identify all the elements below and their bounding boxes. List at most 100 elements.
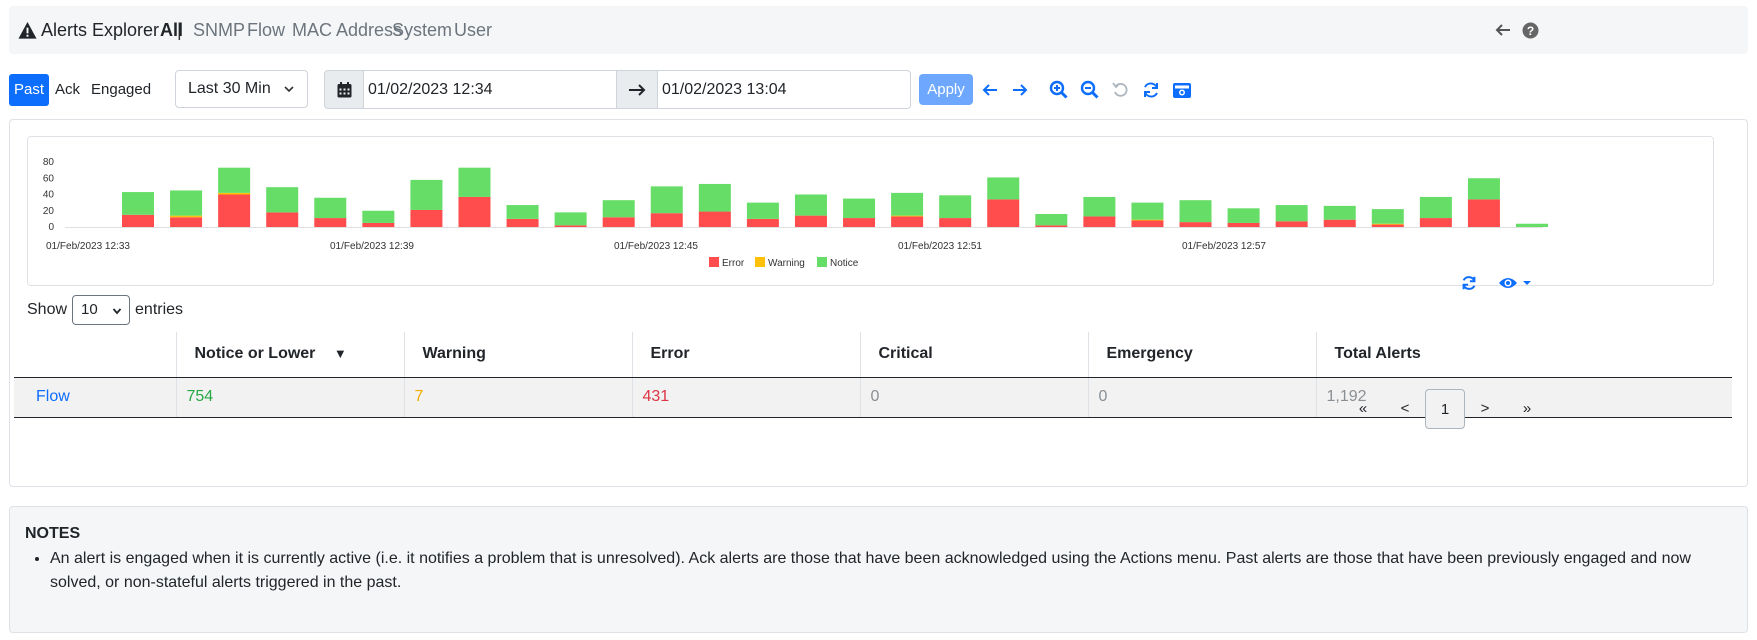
bar-notice xyxy=(1035,214,1068,226)
legend-swatch-warning xyxy=(755,257,765,267)
bar-notice xyxy=(1179,200,1212,223)
arrow-left-icon[interactable] xyxy=(980,80,1000,100)
cell-error: 431 xyxy=(631,377,860,418)
bar-error xyxy=(554,225,587,227)
tab-user[interactable]: User xyxy=(454,20,492,41)
bar-error xyxy=(1035,225,1068,227)
column-visibility-button[interactable] xyxy=(1498,275,1532,291)
zoom-out-icon[interactable] xyxy=(1080,80,1100,100)
tab-all[interactable]: All xyxy=(160,20,183,41)
arrow-left-icon[interactable] xyxy=(1495,22,1511,38)
tab-mac-address[interactable]: MAC Address xyxy=(292,20,402,41)
bar-error xyxy=(1179,222,1212,227)
notes-title: NOTES xyxy=(25,525,81,542)
table-refresh-icon[interactable] xyxy=(1460,274,1478,292)
sort-desc-icon: ▼ xyxy=(333,346,347,362)
alerts-chart: 0 20 40 60 80 01/Feb/2023 12:33 01/Feb/2023 12… xyxy=(27,136,1714,286)
x-tick-label: 01/Feb/2023 12:51 xyxy=(898,241,982,252)
note-item: An alert is engaged when it is currently… xyxy=(50,547,1720,595)
bar-error xyxy=(650,213,683,227)
tab-flow[interactable]: Flow xyxy=(247,20,285,41)
arrow-right-icon[interactable] xyxy=(1010,80,1030,100)
bar-error xyxy=(1083,216,1116,227)
entries-select[interactable]: 10 xyxy=(72,295,131,325)
bar-notice xyxy=(266,187,299,213)
column-header-total[interactable]: Total Alerts xyxy=(1315,332,1732,378)
bar-notice xyxy=(746,202,779,219)
chevron-down-icon xyxy=(112,308,122,315)
table-header-row: Notice or Lower ▼ Warning Error Critical… xyxy=(14,332,1732,378)
tab-system[interactable]: System xyxy=(392,20,452,41)
bar-notice xyxy=(1083,196,1116,217)
zoom-in-icon[interactable] xyxy=(1049,80,1069,100)
bar-error xyxy=(410,209,443,227)
page-last-button[interactable]: » xyxy=(1506,389,1548,429)
bar-notice xyxy=(794,194,827,216)
bar-error xyxy=(794,215,827,227)
bar-error xyxy=(122,214,154,227)
page-current-button[interactable]: 1 xyxy=(1425,389,1465,429)
notes-list: An alert is engaged when it is currently… xyxy=(10,547,1720,595)
column-header-warning[interactable]: Warning xyxy=(403,332,632,378)
bar-warning xyxy=(218,192,251,195)
page-prev-button[interactable]: < xyxy=(1384,389,1426,429)
undo-icon[interactable] xyxy=(1111,80,1131,100)
pagination: « < 1 > » xyxy=(1342,389,1548,429)
entries-label: entries xyxy=(135,301,184,318)
bar-notice xyxy=(650,186,683,214)
bar-notice xyxy=(410,179,443,210)
x-tick-label: 01/Feb/2023 12:33 xyxy=(46,241,130,252)
apply-button[interactable]: Apply xyxy=(919,74,973,105)
page-title: Alerts Explorer xyxy=(18,20,159,41)
camera-icon[interactable] xyxy=(1172,80,1192,100)
warning-triangle-icon xyxy=(18,21,37,39)
bar-error xyxy=(746,218,779,227)
bar-notice xyxy=(1275,205,1308,222)
start-date-input[interactable]: 01/02/2023 12:34 xyxy=(363,70,617,109)
legend-label-error: Error xyxy=(722,258,745,269)
column-header-notice-label: Notice or Lower xyxy=(194,345,316,363)
bar-error xyxy=(987,199,1020,227)
refresh-icon[interactable] xyxy=(1141,80,1161,100)
legend-swatch-notice xyxy=(817,257,827,267)
ack-button[interactable]: Ack xyxy=(47,74,88,106)
show-label: Show xyxy=(27,301,68,318)
tab-snmp[interactable]: SNMP xyxy=(193,20,245,41)
help-icon[interactable]: ? xyxy=(1522,22,1539,39)
bar-error xyxy=(266,212,299,227)
bar-notice xyxy=(218,167,251,193)
row-name-link[interactable]: Flow xyxy=(14,377,176,418)
column-header-critical[interactable]: Critical xyxy=(859,332,1088,378)
bar-notice xyxy=(314,197,347,219)
calendar-icon xyxy=(337,81,351,97)
y-tick-label: 60 xyxy=(43,173,55,184)
engaged-button[interactable]: Engaged xyxy=(83,74,159,106)
bar-notice xyxy=(698,183,731,212)
entries-value: 10 xyxy=(81,301,98,318)
time-range-value: Last 30 Min xyxy=(188,80,271,97)
column-header-notice[interactable]: Notice or Lower ▼ xyxy=(175,332,404,378)
bar-error xyxy=(602,217,635,227)
column-header-name xyxy=(14,332,176,378)
column-header-error[interactable]: Error xyxy=(631,332,860,378)
page-next-button[interactable]: > xyxy=(1464,389,1506,429)
end-date-input[interactable]: 01/02/2023 13:04 xyxy=(657,70,911,109)
x-tick-label: 01/Feb/2023 12:39 xyxy=(330,241,414,252)
range-arrow xyxy=(617,70,657,109)
past-button[interactable]: Past xyxy=(9,74,49,106)
bar-warning xyxy=(1131,219,1164,221)
bar-error xyxy=(506,218,539,227)
bar-warning xyxy=(170,215,203,218)
column-header-emergency[interactable]: Emergency xyxy=(1087,332,1316,378)
bar-notice xyxy=(362,210,395,223)
calendar-button[interactable] xyxy=(324,70,364,109)
bar-notice xyxy=(987,177,1020,200)
bar-warning xyxy=(1371,223,1404,225)
bar-notice xyxy=(1467,178,1500,200)
bar-notice xyxy=(843,198,876,219)
bar-notice xyxy=(170,190,203,216)
page-first-button[interactable]: « xyxy=(1342,389,1384,429)
bar-error xyxy=(1323,219,1356,227)
bar-notice xyxy=(1419,196,1452,219)
time-range-select[interactable]: Last 30 Min xyxy=(175,70,308,108)
